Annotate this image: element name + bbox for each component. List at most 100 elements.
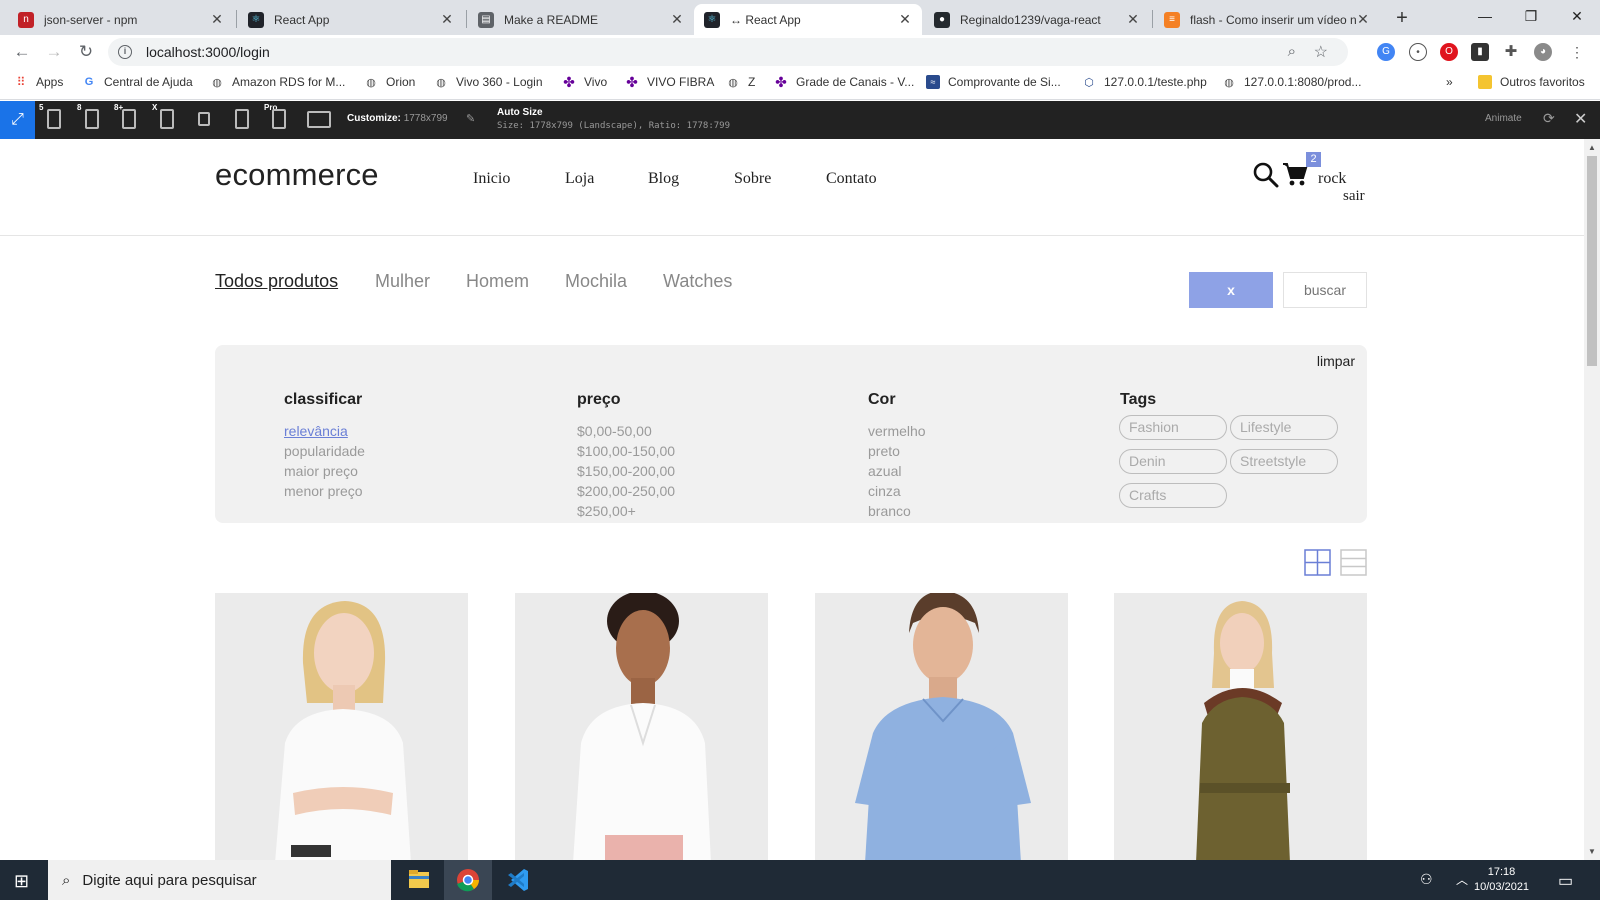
category-tab-mulher[interactable]: Mulher [375,271,430,292]
price-option[interactable]: $250,00+ [577,503,636,519]
nav-link-blog[interactable]: Blog [648,170,679,188]
bookmark-item[interactable]: ✤ Vivo [562,74,607,90]
clear-filters-link[interactable]: limpar [1317,353,1355,369]
color-option[interactable]: azual [868,463,901,479]
scroll-up-arrow[interactable]: ▲ [1588,143,1596,152]
vscode-taskbar-icon[interactable] [494,860,542,900]
tag-chip[interactable]: Crafts [1119,483,1227,508]
device-desktop-button[interactable] [307,111,331,128]
zoom-icon[interactable]: ⌕ [1288,43,1296,60]
scroll-down-arrow[interactable]: ▼ [1588,847,1596,856]
list-view-icon[interactable] [1340,549,1367,576]
puzzle-extensions-icon[interactable]: ✚ [1502,43,1520,61]
price-option[interactable]: $200,00-250,00 [577,483,675,499]
close-tab-icon[interactable]: ✕ [898,11,912,28]
tag-chip[interactable]: Lifestyle [1230,415,1338,440]
animate-toggle[interactable]: Animate [1485,113,1522,124]
price-option[interactable]: $150,00-200,00 [577,463,675,479]
device-iphone5-button[interactable] [47,109,61,129]
bookmark-item[interactable]: ◍ Z [726,75,755,89]
close-tab-icon[interactable]: ✕ [1126,11,1140,28]
color-option[interactable]: preto [868,443,900,459]
bookmark-item[interactable]: ◍ Orion [364,75,415,89]
bookmark-item[interactable]: ⬡ 127.0.0.1/teste.php [1082,75,1207,89]
close-tab-icon[interactable]: ✕ [1356,11,1370,28]
bookmark-item[interactable]: ≈ Comprovante de Si... [926,75,1061,89]
browser-tab[interactable]: ⚛ React App ✕ [238,4,464,35]
nav-link-loja[interactable]: Loja [565,170,594,188]
close-window-button[interactable]: ✕ [1554,0,1600,32]
clear-filter-button[interactable]: x [1189,272,1273,308]
product-card[interactable] [515,593,768,860]
sort-option[interactable]: relevância [284,423,348,439]
browser-tab[interactable]: ● Reginaldo1239/vaga-react ✕ [924,4,1150,35]
chevron-up-icon[interactable]: ︿ [1456,871,1468,888]
user-name[interactable]: rock [1318,170,1346,188]
restore-button[interactable]: ❐ [1508,0,1554,32]
category-tab-mochila[interactable]: Mochila [565,271,627,292]
price-option[interactable]: $100,00-150,00 [577,443,675,459]
device-iphonex-button[interactable] [160,109,174,129]
logout-link[interactable]: sair [1343,188,1365,205]
color-option[interactable]: branco [868,503,911,519]
close-tab-icon[interactable]: ✕ [210,11,224,28]
product-card[interactable] [1114,593,1367,860]
rotate-icon[interactable]: ⟳ [1543,110,1555,127]
bookmarks-overflow-button[interactable]: » [1446,75,1453,89]
tag-chip[interactable]: Streetstyle [1230,449,1338,474]
notification-icon[interactable]: ▭ [1558,871,1573,891]
cart-icon[interactable] [1282,161,1308,187]
nav-link-contato[interactable]: Contato [826,170,877,188]
chrome-taskbar-icon[interactable] [444,860,492,900]
browser-tab[interactable]: ▤ Make a README ✕ [468,4,694,35]
close-viewer-icon[interactable]: ✕ [1574,109,1587,129]
product-card[interactable] [215,593,468,860]
bookmark-apps[interactable]: ⠿ Apps [14,75,64,89]
device-tablet-button[interactable] [235,109,249,129]
browser-tab[interactable]: n json-server - npm ✕ [8,4,234,35]
sort-option[interactable]: menor preço [284,483,363,499]
tag-chip[interactable]: Fashion [1119,415,1227,440]
category-tab-todos[interactable]: Todos produtos [215,271,338,292]
price-option[interactable]: $0,00-50,00 [577,423,652,439]
info-icon[interactable]: i [118,45,132,59]
device-small-tablet-button[interactable] [198,112,210,126]
url-field[interactable]: i localhost:3000/login ⌕ ☆ [108,38,1348,66]
device-iphone8plus-button[interactable] [122,109,136,129]
bookmark-item[interactable]: ◍ Amazon RDS for M... [210,75,345,89]
search-icon[interactable] [1253,162,1279,188]
nav-link-inicio[interactable]: Inicio [473,170,510,188]
extension-icon[interactable]: ▮ [1471,43,1489,61]
translate-extension-icon[interactable]: G [1377,43,1395,61]
tag-chip[interactable]: Denin [1119,449,1227,474]
profile-avatar[interactable]: ◕ [1534,43,1552,61]
edit-pencil-icon[interactable]: ✎ [466,112,475,125]
other-bookmarks-folder[interactable]: Outros favoritos [1478,75,1585,89]
close-tab-icon[interactable]: ✕ [440,11,454,28]
scrollbar-thumb[interactable] [1587,156,1597,366]
file-explorer-icon[interactable] [395,860,443,900]
nav-link-sobre[interactable]: Sobre [734,170,771,188]
category-tab-homem[interactable]: Homem [466,271,529,292]
new-tab-button[interactable]: + [1388,4,1416,32]
close-tab-icon[interactable]: ✕ [670,11,684,28]
minimize-button[interactable]: — [1462,0,1508,32]
product-card[interactable] [815,593,1068,860]
customize-size[interactable]: Customize: 1778x799 [347,113,448,124]
person-icon[interactable]: ⚇ [1420,871,1433,888]
product-search-input[interactable] [1283,272,1367,308]
page-scrollbar[interactable]: ▲ ▼ [1584,139,1600,860]
device-ipad-pro-button[interactable] [272,109,286,129]
bookmark-item[interactable]: ◍ 127.0.0.1:8080/prod... [1222,75,1361,89]
bookmark-item[interactable]: ✤ Grade de Canais - V... [774,74,914,90]
bookmark-item[interactable]: ◍ Vivo 360 - Login [434,75,542,89]
back-button[interactable]: ← [10,41,34,63]
sort-option[interactable]: popularidade [284,443,365,459]
color-option[interactable]: cinza [868,483,901,499]
grid-view-icon[interactable] [1304,549,1331,576]
browser-tab[interactable]: ≡ flash - Como inserir um vídeo n ✕ [1154,4,1380,35]
bookmark-item[interactable]: G Central de Ajuda [82,75,193,89]
reload-button[interactable]: ↻ [74,41,98,63]
color-option[interactable]: vermelho [868,423,926,439]
devtools-extension-icon[interactable]: • [1409,43,1427,61]
